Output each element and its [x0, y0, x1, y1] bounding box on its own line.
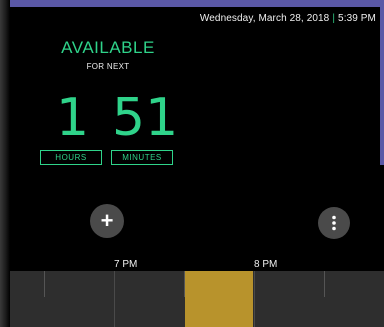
- availability-subtitle: FOR NEXT: [86, 62, 130, 71]
- current-date: Wednesday, March 28, 2018: [199, 13, 330, 24]
- timeline-label-7pm: 7 PM: [114, 259, 138, 270]
- timeline-tick: [114, 271, 115, 327]
- current-time: 5:39 PM: [338, 13, 376, 24]
- header-separator: |: [332, 13, 336, 24]
- booked-slot[interactable]: [185, 271, 253, 327]
- minutes-remaining: 51: [112, 88, 179, 148]
- plus-icon: +: [100, 208, 114, 233]
- device-bezel: [0, 0, 10, 327]
- vertical-dots-icon: [332, 215, 336, 231]
- window-frame-top: [0, 0, 384, 7]
- date-time-header: Wednesday, March 28, 2018 | 5:39 PM: [200, 13, 376, 24]
- hours-label: HOURS: [40, 150, 102, 165]
- more-options-button[interactable]: [318, 207, 350, 239]
- timeline-tick: [44, 271, 45, 297]
- hours-remaining: 1: [56, 88, 90, 148]
- add-booking-button[interactable]: +: [90, 204, 124, 238]
- timeline-tick: [324, 271, 325, 297]
- timeline-label-8pm: 8 PM: [254, 259, 278, 270]
- minutes-label: MINUTES: [111, 150, 173, 165]
- schedule-timeline[interactable]: [10, 271, 384, 327]
- window-frame-right: [380, 0, 384, 165]
- timeline-tick: [254, 271, 255, 327]
- room-booking-screen: Wednesday, March 28, 2018 | 5:39 PM AVAILA…: [0, 0, 384, 327]
- availability-status: AVAILABLE: [61, 38, 155, 57]
